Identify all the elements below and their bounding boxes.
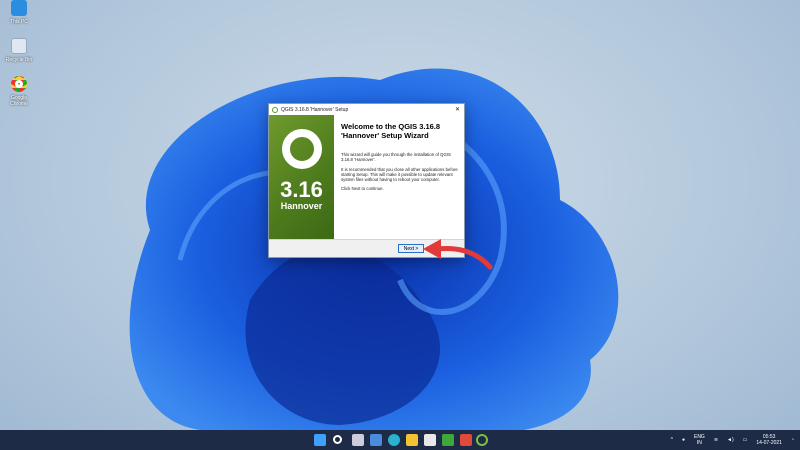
desktop-icon-recycle-bin[interactable]: Recycle Bin: [4, 38, 34, 63]
clock[interactable]: 05:53 14-07-2021: [756, 434, 782, 446]
file-explorer-icon[interactable]: [406, 434, 418, 446]
widgets-icon[interactable]: [370, 434, 382, 446]
start-icon[interactable]: [314, 434, 326, 446]
qgis-logo-icon: [281, 129, 322, 169]
title-bar: QGIS 3.16.8 'Hannover' Setup ✕: [269, 104, 464, 115]
monitor-icon: [11, 0, 27, 16]
close-button[interactable]: ✕: [455, 106, 460, 113]
volume-icon[interactable]: ◄): [727, 437, 734, 443]
taskbar: ^ ● ENG IN ≋ ◄) ▭ 05:53 14-07-2021 ◔: [0, 430, 800, 450]
microphone-icon[interactable]: ●: [682, 437, 685, 443]
wizard-heading: Welcome to the QGIS 3.16.8 'Hannover' Se…: [341, 122, 441, 140]
system-tray: ^ ● ENG IN ≋ ◄) ▭ 05:53 14-07-2021 ◔: [671, 430, 794, 450]
desktop-icon-chrome[interactable]: Google Chrome: [4, 76, 34, 107]
wizard-content: Welcome to the QGIS 3.16.8 'Hannover' Se…: [341, 122, 458, 192]
notification-icon[interactable]: ◔: [791, 437, 794, 443]
recycle-bin-icon: [11, 38, 27, 54]
camtasia-green-icon[interactable]: [442, 434, 454, 446]
wifi-icon[interactable]: ≋: [714, 437, 718, 443]
language-indicator[interactable]: ENG IN: [694, 434, 705, 446]
chevron-up-icon[interactable]: ^: [671, 437, 673, 443]
chrome-icon: [11, 76, 27, 92]
camtasia-red-icon[interactable]: [460, 434, 472, 446]
qgis-banner: 3.16 Hannover: [269, 115, 334, 241]
task-view-icon[interactable]: [352, 434, 364, 446]
edge-icon[interactable]: [388, 434, 400, 446]
desktop-icon-this-pc[interactable]: This PC: [4, 0, 34, 25]
red-arrow-annotation: [423, 239, 493, 270]
qgis-icon: [272, 106, 278, 113]
dialog-title: QGIS 3.16.8 'Hannover' Setup: [281, 106, 349, 113]
store-icon[interactable]: [424, 434, 436, 446]
qgis-taskbar-icon[interactable]: [476, 434, 488, 446]
battery-icon[interactable]: ▭: [743, 437, 748, 443]
search-icon[interactable]: [333, 435, 342, 444]
